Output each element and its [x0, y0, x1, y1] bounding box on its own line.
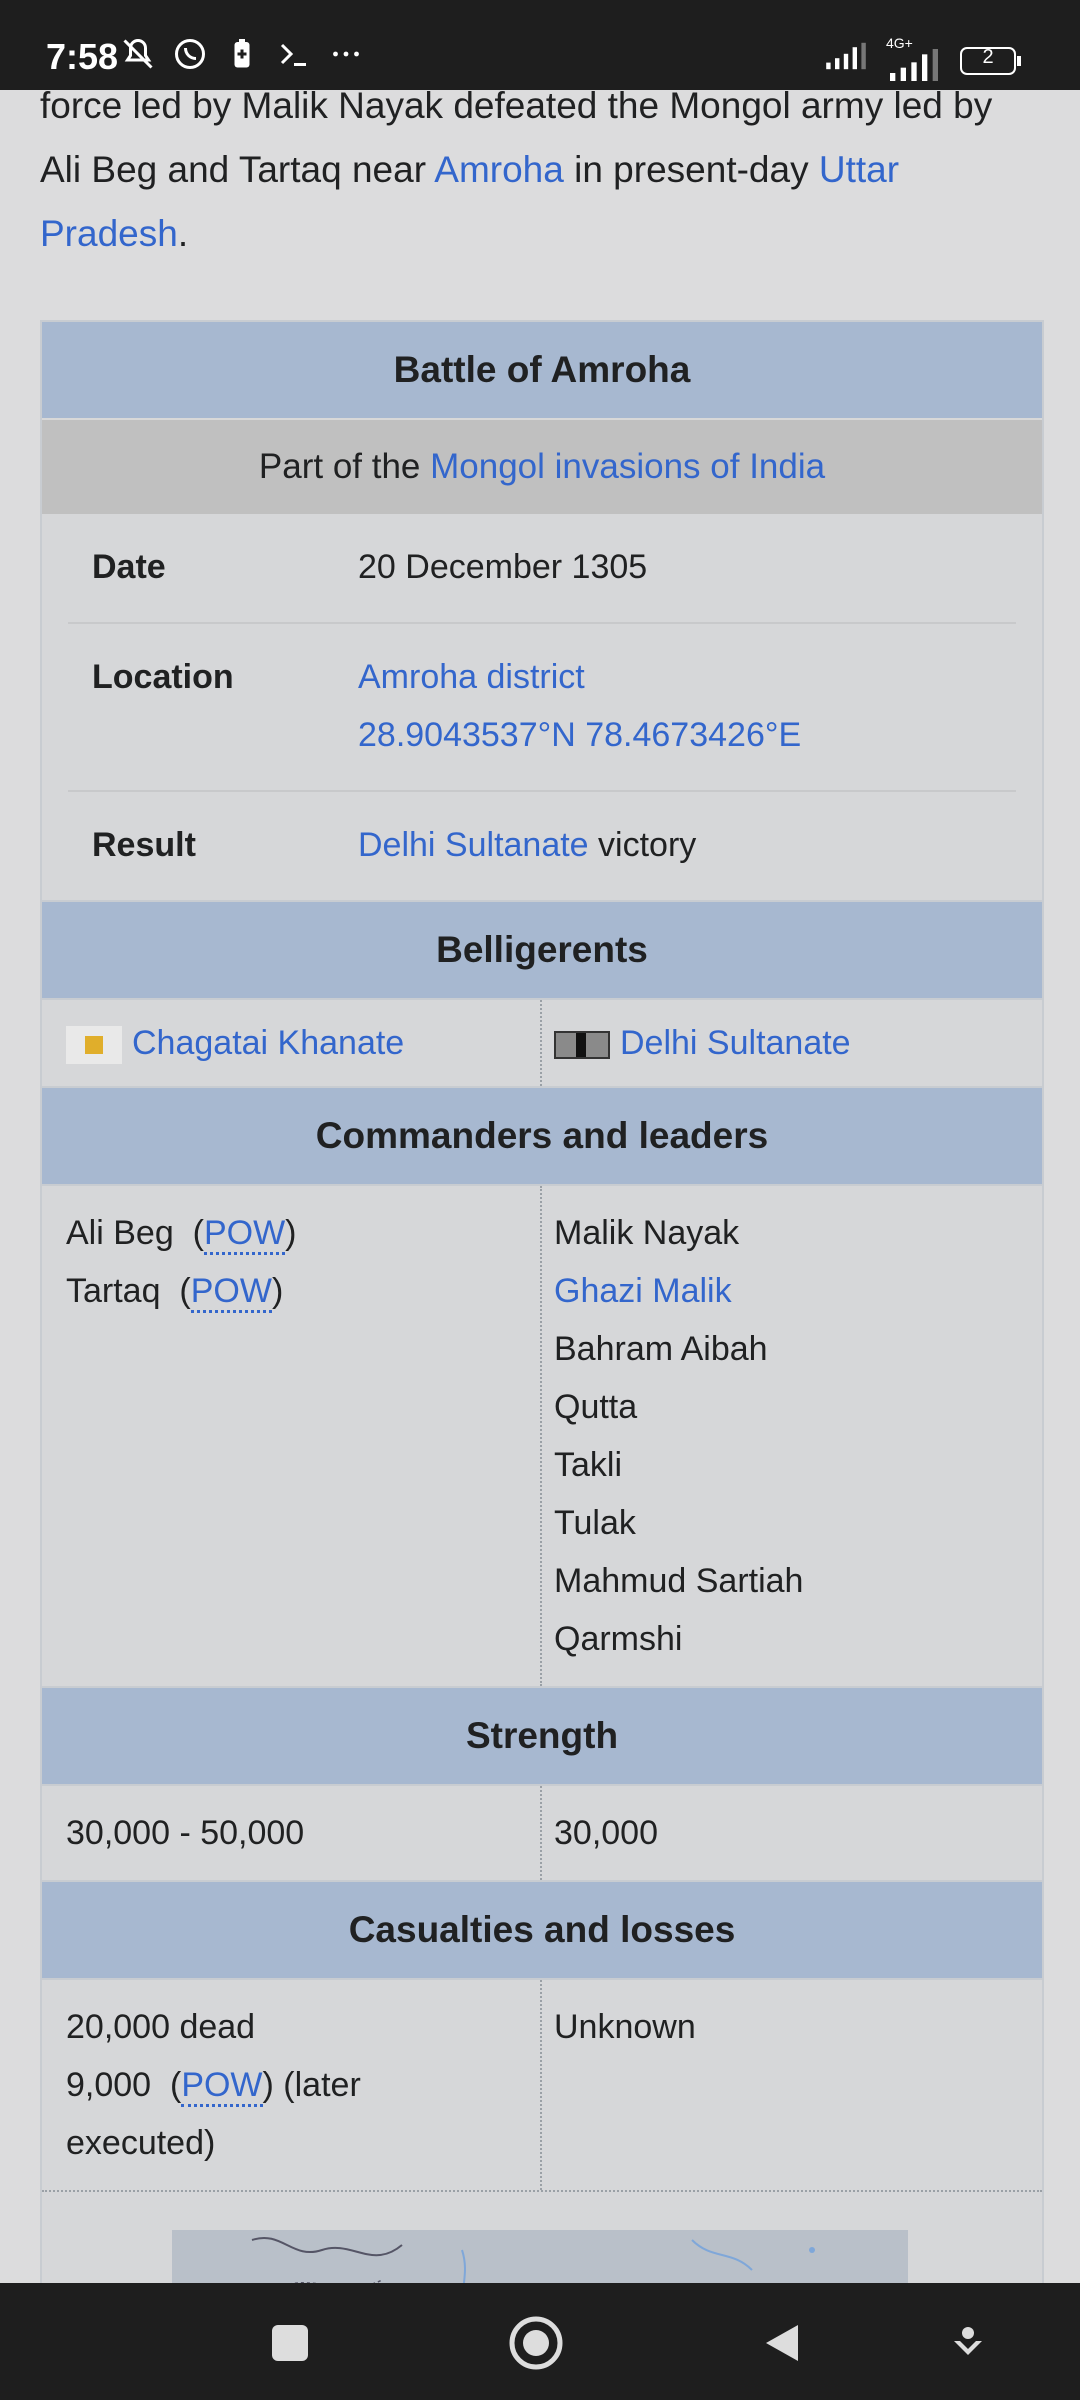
- commander-right-item: Tulak: [554, 1504, 636, 1542]
- commander-right-item: Mahmud Sartiah: [554, 1562, 804, 1600]
- signal-icon: [824, 40, 868, 77]
- strength-left: 30,000 - 50,000: [42, 1786, 542, 1880]
- commander-right-item: Bahram Aibah: [554, 1330, 768, 1368]
- navigation-bar: [0, 2283, 1080, 2400]
- casualties-left: 20,000 dead 9,000 (POW) (later executed): [42, 1980, 542, 2190]
- link-ghazi-malik[interactable]: Ghazi Malik: [554, 1272, 732, 1310]
- casualties-header: Casualties and losses: [42, 1880, 1042, 1980]
- commander-left-item: Ali Beg (POW): [66, 1204, 516, 1262]
- commanders-right: Malik Nayak Ghazi Malik Bahram Aibah Qut…: [542, 1186, 1042, 1686]
- strength-right: 30,000: [554, 1814, 658, 1852]
- status-time: 7:58: [46, 36, 119, 77]
- link-mongol-invasions[interactable]: Mongol invasions of India: [430, 447, 825, 487]
- status-icons-left: [120, 36, 364, 77]
- pow-abbr[interactable]: POW: [203, 1214, 286, 1255]
- belligerents-header: Belligerents: [42, 900, 1042, 1000]
- link-chagatai-khanate[interactable]: Chagatai Khanate: [132, 1024, 404, 1062]
- strength-row: 30,000 - 50,000 30,000: [42, 1786, 1042, 1880]
- signal-4g-icon: 4G+: [886, 35, 942, 81]
- flag-chagatai-icon: [66, 1026, 122, 1065]
- status-icons-right: 4G+ 2: [824, 35, 1022, 81]
- location-label: Location: [92, 658, 234, 696]
- result-label: Result: [92, 826, 196, 864]
- notifications-off-icon: [120, 36, 156, 77]
- casualties-right: Unknown: [554, 2008, 696, 2046]
- infobox: Battle of Amroha Part of the Mongol inva…: [40, 320, 1044, 2283]
- back-icon[interactable]: [752, 2313, 812, 2373]
- commander-right-item: Qutta: [554, 1388, 638, 1426]
- map-area: [42, 2190, 1042, 2283]
- flag-delhi-icon: [554, 1031, 610, 1060]
- terminal-icon: [276, 36, 312, 77]
- infobox-subtitle: Part of the Mongol invasions of India: [42, 418, 1042, 514]
- commanders-left: Ali Beg (POW) Tartaq (POW): [42, 1186, 542, 1686]
- info-row-result: Result Delhi Sultanate victory: [68, 792, 1016, 900]
- casualties-row: 20,000 dead 9,000 (POW) (later executed)…: [42, 1980, 1042, 2190]
- commander-left-item: Tartaq (POW): [66, 1262, 516, 1320]
- battery-saver-icon: [224, 36, 260, 77]
- date-label: Date: [92, 548, 166, 586]
- belligerent-right: Delhi Sultanate: [542, 1000, 1042, 1086]
- infobox-info: Date 20 December 1305 Location Amroha di…: [42, 514, 1042, 900]
- location-value: Amroha district 28.9043537°N 78.4673426°…: [358, 648, 1016, 764]
- assistant-icon[interactable]: [938, 2313, 998, 2373]
- link-delhi-sultanate-result[interactable]: Delhi Sultanate: [358, 826, 589, 864]
- article-content: force led by Malik Nayak defeated the Mo…: [0, 90, 1080, 2283]
- infobox-title: Battle of Amroha: [42, 322, 1042, 418]
- commanders-header: Commanders and leaders: [42, 1086, 1042, 1186]
- commander-right-item: Takli: [554, 1446, 623, 1484]
- belligerents-row: Chagatai Khanate Delhi Sultanate: [42, 1000, 1042, 1086]
- link-amroha[interactable]: Amroha: [434, 149, 564, 190]
- info-row-location: Location Amroha district 28.9043537°N 78…: [68, 624, 1016, 792]
- link-coordinates[interactable]: 28.9043537°N 78.4673426°E: [358, 716, 801, 754]
- date-value: 20 December 1305: [358, 548, 648, 586]
- whatsapp-icon: [172, 36, 208, 77]
- recents-icon[interactable]: [260, 2313, 320, 2373]
- map-thumbnail[interactable]: [172, 2230, 908, 2283]
- battery-icon: 2: [960, 45, 1022, 75]
- link-amroha-district[interactable]: Amroha district: [358, 658, 585, 696]
- info-row-date: Date 20 December 1305: [68, 514, 1016, 624]
- home-icon[interactable]: [506, 2313, 566, 2373]
- intro-paragraph: force led by Malik Nayak defeated the Mo…: [40, 90, 993, 254]
- result-value: Delhi Sultanate victory: [358, 826, 697, 864]
- pow-abbr[interactable]: POW: [181, 2066, 263, 2107]
- link-delhi-sultanate[interactable]: Delhi Sultanate: [620, 1024, 851, 1062]
- status-bar: 7:58 4G+ 2: [0, 0, 1080, 90]
- strength-header: Strength: [42, 1686, 1042, 1786]
- pow-abbr[interactable]: POW: [190, 1272, 272, 1313]
- commanders-row: Ali Beg (POW) Tartaq (POW) Malik Nayak G…: [42, 1186, 1042, 1686]
- belligerent-left: Chagatai Khanate: [42, 1000, 542, 1086]
- more-icon: [328, 36, 364, 77]
- commander-right-item: Malik Nayak: [554, 1214, 740, 1252]
- commander-right-item: Qarmshi: [554, 1620, 683, 1658]
